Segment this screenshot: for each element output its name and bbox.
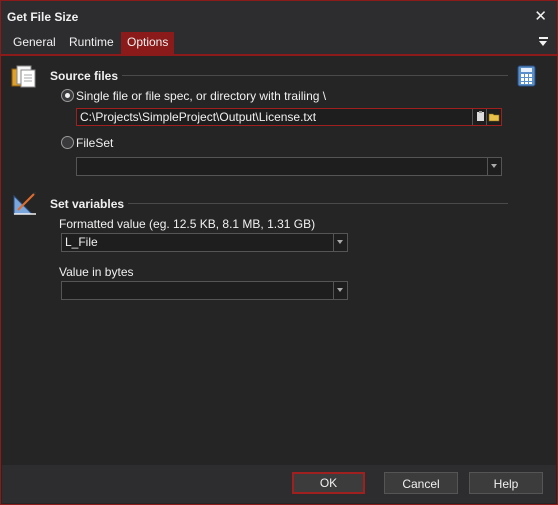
tab-options[interactable]: Options [121, 32, 175, 54]
options-panel: Source files Single file or file spec, o… [2, 56, 556, 465]
help-button[interactable]: Help [469, 472, 543, 494]
section-divider [122, 75, 508, 76]
radio-fileset[interactable] [61, 136, 74, 149]
section-divider [128, 203, 508, 204]
files-icon [11, 65, 36, 88]
bytes-value-label: Value in bytes [59, 265, 134, 279]
cancel-button[interactable]: Cancel [384, 472, 458, 494]
tab-bar: General Runtime Options [1, 32, 557, 56]
file-path-value: C:\Projects\SimpleProject\Output\License… [80, 110, 317, 124]
fileset-dropdown[interactable] [76, 157, 502, 176]
formatted-value-label: Formatted value (eg. 12.5 KB, 8.1 MB, 1.… [59, 217, 316, 231]
folder-browse-icon[interactable] [486, 109, 501, 125]
button-bar: OK Cancel Help [2, 465, 556, 503]
title-bar: Get File Size ✕ [1, 1, 557, 32]
radio-single-file-label: Single file or file spec, or directory w… [76, 89, 327, 103]
ok-button[interactable]: OK [292, 472, 365, 494]
radio-fileset-label: FileSet [76, 136, 114, 150]
bytes-value-dropdown[interactable] [61, 281, 348, 300]
set-variables-icon [13, 192, 36, 215]
tab-general[interactable]: General [7, 32, 62, 54]
calculator-icon[interactable] [517, 65, 537, 87]
tab-runtime[interactable]: Runtime [63, 32, 120, 54]
file-path-input[interactable]: C:\Projects\SimpleProject\Output\License… [76, 108, 502, 126]
section-title-set-variables: Set variables [50, 197, 125, 211]
formatted-value-dropdown[interactable]: L_File [61, 233, 348, 252]
section-title-source-files: Source files [50, 69, 119, 83]
window-title: Get File Size [7, 10, 79, 24]
formatted-value-text: L_File [65, 235, 98, 249]
tab-overflow-menu-icon[interactable] [539, 36, 549, 46]
dialog-window: Get File Size ✕ General Runtime Options … [0, 0, 558, 505]
close-icon[interactable]: ✕ [534, 7, 547, 25]
radio-single-file[interactable] [61, 89, 74, 102]
chevron-down-icon[interactable] [487, 158, 501, 175]
chevron-down-icon[interactable] [333, 234, 347, 251]
chevron-down-icon[interactable] [333, 282, 347, 299]
clipboard-icon[interactable] [472, 109, 487, 125]
